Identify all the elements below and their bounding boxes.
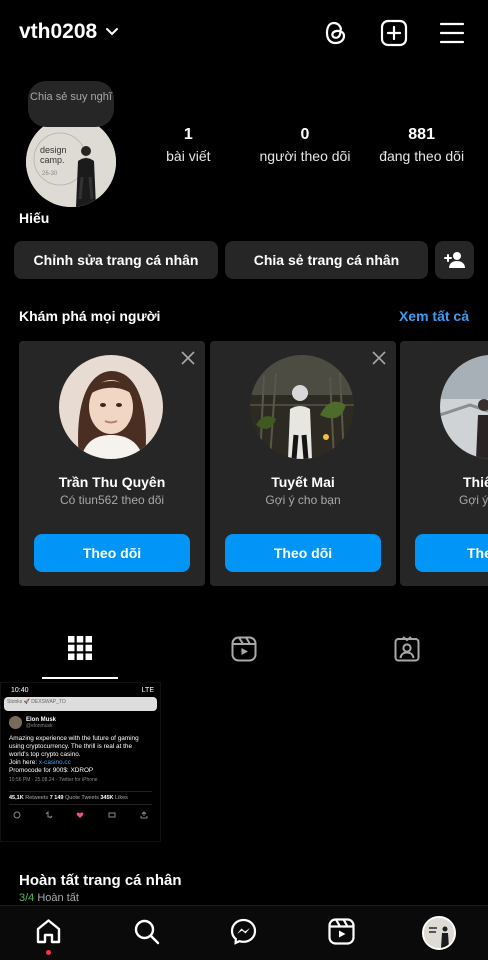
avatar-text: design — [40, 145, 67, 155]
tweet-actions — [1, 811, 160, 819]
tweet-avatar — [9, 716, 22, 729]
edit-profile-button[interactable]: Chỉnh sửa trang cá nhân — [14, 241, 218, 279]
follow-button[interactable]: Theo dõi — [34, 534, 190, 572]
chevron-down-icon — [106, 28, 119, 36]
complete-profile-progress: 3/4 Hoàn tất — [19, 892, 79, 904]
suggestion-card[interactable]: Trần Thu Quyên Có tiun562 theo dõi Theo … — [19, 341, 205, 586]
username: vth0208 — [19, 20, 98, 43]
profile-tabs — [0, 628, 488, 678]
heart-icon — [77, 812, 84, 818]
tweet-promo: Promocode for 900$: XDROP — [9, 767, 94, 774]
retweet-icon — [45, 811, 53, 819]
notification-dot — [46, 950, 51, 955]
bottom-nav — [0, 905, 488, 960]
messenger-icon[interactable] — [230, 918, 257, 945]
post-status-net: LTE — [141, 687, 154, 694]
tweet-text: Amazing experience with the future of ga… — [9, 735, 139, 758]
following-count: 881 — [408, 126, 435, 143]
discover-people-button[interactable] — [435, 241, 474, 279]
post-notification: Stonks 🚀 DEXSWAP_TO — [4, 697, 157, 711]
add-person-icon — [443, 252, 465, 268]
grid-icon[interactable] — [68, 636, 92, 660]
tweet-retweets-count: 45,1K — [9, 795, 24, 801]
tweet-quotes-label: Quote Tweets — [64, 795, 99, 801]
comment-icon — [13, 811, 21, 819]
reels-icon[interactable] — [231, 636, 257, 662]
suggestion-name: Tuyết Mai — [271, 474, 335, 490]
suggestion-card[interactable]: Tuyết Mai Gợi ý cho bạn Theo dõi — [210, 341, 396, 586]
tweet-header: Elon Musk @elonmusk — [9, 716, 160, 729]
progress-label: Hoàn tất — [37, 892, 79, 904]
home-icon[interactable] — [35, 918, 62, 945]
header-actions — [322, 19, 466, 47]
posts-label: bài viết — [166, 148, 211, 164]
profile-stats: 1 bài viết 0 người theo dõi 881 đang the… — [130, 126, 480, 164]
tweet-retweets-label: Retweets — [25, 795, 49, 801]
close-icon[interactable] — [372, 351, 386, 365]
suggestion-name: Thiê — [463, 474, 488, 490]
active-tab-indicator — [42, 677, 118, 679]
profile-avatar[interactable]: design camp. 26-30 — [26, 117, 116, 207]
username-switcher[interactable]: vth0208 — [19, 20, 119, 44]
tweet-body: Amazing experience with the future of ga… — [9, 735, 152, 775]
search-icon[interactable] — [133, 918, 160, 945]
suggestion-avatar[interactable] — [59, 355, 163, 459]
posts-count: 1 — [183, 126, 193, 143]
plus-square-icon[interactable] — [380, 19, 408, 47]
following-label: đang theo dõi — [379, 148, 465, 164]
suggestion-subtitle: Gợi ý cho bạn — [265, 493, 341, 507]
suggestion-name: Trần Thu Quyên — [58, 474, 166, 490]
tagged-icon[interactable] — [394, 636, 420, 662]
tweet-likes-label: Likes — [115, 795, 128, 801]
see-all-link[interactable]: Xem tất cả — [399, 308, 469, 324]
tweet-author: Elon Musk — [26, 716, 57, 723]
close-icon[interactable] — [181, 351, 195, 365]
tweet-handle: @elonmusk — [26, 722, 53, 729]
followers-stat[interactable]: 0 người theo dõi — [250, 126, 360, 164]
following-stat[interactable]: 881 đang theo dõi — [367, 126, 477, 164]
suggestion-card[interactable]: Thiê Gợi ý The — [400, 341, 488, 586]
post-status-time: 10:40 — [11, 687, 29, 694]
follow-button[interactable]: Theo dõi — [225, 534, 381, 572]
tweet-quotes-count: 7 149 — [49, 795, 64, 801]
suggestion-avatar[interactable] — [250, 355, 354, 459]
followers-label: người theo dõi — [259, 148, 351, 164]
progress-count: 3/4 — [19, 892, 35, 904]
suggestion-subtitle: Gợi ý — [459, 493, 488, 507]
post-thumbnail[interactable]: 10:40 LTE Stonks 🚀 DEXSWAP_TO Elon Musk … — [0, 682, 161, 842]
suggestion-subtitle: Có tiun562 theo dõi — [59, 493, 165, 507]
follow-button[interactable]: The — [415, 534, 488, 572]
share-profile-button[interactable]: Chia sẻ trang cá nhân — [225, 241, 428, 279]
threads-icon[interactable] — [322, 19, 350, 47]
followers-count: 0 — [300, 126, 310, 143]
tweet-join: Join here: — [9, 759, 38, 766]
complete-profile-title: Hoàn tất trang cá nhân — [19, 872, 182, 889]
tweet-stats: 45,1K Retweets 7 149 Quote Tweets 345K L… — [9, 791, 152, 805]
tweet-time: 10:56 PM · 25.08.24 · Twitter for iPhone — [9, 777, 98, 783]
profile-avatar-tab[interactable] — [422, 916, 456, 950]
tweet-link: x-casino.cc — [38, 759, 71, 766]
mail-icon — [108, 812, 116, 818]
avatar-text: camp. — [40, 155, 65, 165]
tweet-likes-count: 345K — [100, 795, 114, 801]
posts-stat[interactable]: 1 bài viết — [133, 126, 243, 164]
suggestion-avatar[interactable] — [440, 355, 488, 459]
menu-icon[interactable] — [438, 19, 466, 47]
reels-icon[interactable] — [328, 918, 355, 945]
discover-title: Khám phá mọi người — [19, 308, 161, 324]
note-bubble[interactable]: Chia sẻ suy nghĩ — [28, 81, 114, 127]
share-icon — [140, 811, 148, 819]
avatar-text: 26-30 — [42, 171, 58, 177]
profile-name: Hiếu — [19, 210, 50, 226]
post-status-bar: 10:40 LTE — [1, 683, 160, 694]
